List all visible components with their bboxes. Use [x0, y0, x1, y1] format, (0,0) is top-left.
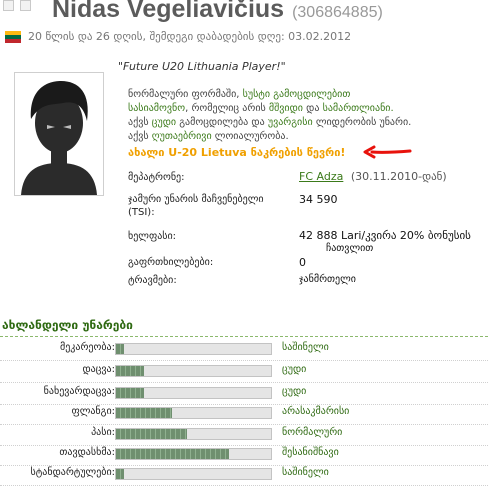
red-arrow-annotation — [363, 145, 412, 159]
experience-level-link[interactable]: ცუდი — [152, 117, 176, 128]
skill-row: დაცვა: ცუდი — [0, 363, 488, 383]
owner-label: მეპატრონე: — [128, 172, 185, 183]
national-team-note: ახალი U-20 Lietuva ნაკრების წევრი! — [128, 146, 346, 159]
desc-text: ლოიალურობა. — [211, 131, 289, 142]
skill-bar — [115, 448, 272, 460]
skill-level-link[interactable]: არასაკმარისი — [282, 406, 349, 417]
aggressiveness-link[interactable]: მშვიდი — [269, 103, 303, 114]
desc-text: და — [302, 103, 323, 114]
skills-section-title: ახლანდელი უნარები — [2, 318, 133, 332]
skill-bar — [115, 407, 272, 419]
skill-level-link[interactable]: საშინელი — [282, 342, 329, 353]
injuries-label: ტრავმები: — [128, 275, 177, 286]
skill-bar-fill — [116, 344, 124, 354]
skill-bar-fill — [116, 429, 188, 439]
honesty-link[interactable]: სამართლიანი. — [323, 103, 394, 114]
skill-row: ფლანგი: არასაკმარისი — [0, 405, 488, 425]
experience-link[interactable]: სუსტი გამოცდილებით — [243, 89, 351, 100]
row-separator — [0, 382, 488, 383]
wage-value-line1: 42 888 Lari/კვირა 20% ბონუსის — [299, 229, 471, 242]
warnings-label: გაფრთხილებები: — [128, 257, 214, 268]
desc-text: ლიდერობის უნარი. — [312, 117, 412, 128]
silhouette-icon — [15, 73, 103, 195]
skill-bar — [115, 468, 272, 480]
desc-text: აქვს — [128, 117, 152, 128]
player-statement: "Future U20 Lithuania Player!" — [118, 60, 286, 73]
owner-value: FC Adza (30.11.2010-დან) — [299, 170, 447, 183]
skill-level-link[interactable]: ცუდი — [282, 386, 306, 397]
row-separator — [0, 424, 488, 425]
desc-text: ნორმალური ფორმაში, — [128, 89, 243, 100]
skill-name: ფლანგი: — [71, 406, 115, 417]
player-id: (306864885) — [292, 4, 383, 21]
skill-bar — [115, 428, 272, 440]
skill-level-link[interactable]: შესანიშნავი — [282, 447, 339, 458]
section-divider — [0, 336, 488, 337]
player-name: Nidas Vegeliavičius (306864885) — [52, 0, 383, 24]
skill-row: პასი: ნორმალური — [0, 426, 488, 446]
skill-bar-fill — [116, 449, 230, 459]
skill-row: ნახევარდაცვა: ცუდი — [0, 385, 488, 405]
wage-value-line2: ჩათვლით — [326, 243, 374, 254]
owner-team-link[interactable]: FC Adza — [299, 170, 343, 183]
row-separator — [0, 360, 488, 361]
desc-line-loyalty: აქვს ღუთაებრივი ლოიალურობა. — [128, 130, 478, 144]
skill-level-link[interactable]: ცუდი — [282, 364, 306, 375]
skill-bar-fill — [116, 388, 144, 398]
skill-name: მეკარეობა: — [59, 342, 115, 353]
player-name-text: Nidas Vegeliavičius — [52, 0, 285, 23]
loyalty-level-link[interactable]: ღუთაებრივი — [152, 131, 212, 142]
skill-level-link[interactable]: ნორმალური — [282, 427, 342, 438]
agreeability-link[interactable]: სასიამოვნო — [128, 103, 185, 114]
skill-level-link[interactable]: საშინელი — [282, 467, 329, 478]
skill-row: მეკარეობა: საშინელი — [0, 341, 488, 361]
lithuania-flag-icon — [5, 31, 21, 43]
skill-bar — [115, 365, 272, 377]
skill-name: დაცვა: — [82, 364, 115, 375]
select-checkbox[interactable] — [3, 0, 14, 11]
wage-label: ხელფასი: — [128, 231, 177, 242]
skill-name: სტანდარტულები: — [30, 467, 116, 478]
skill-bar-fill — [116, 366, 144, 376]
skill-name: ნახევარდაცვა: — [43, 386, 115, 397]
warnings-value: 0 — [299, 256, 306, 269]
flag-stripe-red — [5, 39, 21, 43]
ball-icon — [20, 0, 31, 11]
desc-text: , რომელიც არის — [185, 103, 269, 114]
skill-bar-fill — [116, 408, 172, 418]
desc-text: აქვს — [128, 131, 152, 142]
skill-bar — [115, 343, 272, 355]
skill-bar — [115, 387, 272, 399]
tsi-value: 34 590 — [299, 193, 338, 206]
desc-line-personality: სასიამოვნო, რომელიც არის მშვიდი და სამარ… — [128, 102, 478, 116]
desc-text: გამოცდილება და — [176, 117, 268, 128]
leadership-level-link[interactable]: უვარგისი — [268, 117, 313, 128]
tsi-label-line1: ჯამური უნარის მაჩვენებელი — [128, 194, 264, 205]
age-birthday-line: 20 წლის და 26 დღის, შემდეგი დაბადების დღ… — [28, 30, 352, 43]
owner-since: (30.11.2010-დან) — [350, 170, 447, 183]
skill-name: პასი: — [91, 427, 115, 438]
tsi-label-line2: (TSI): — [128, 207, 155, 218]
skill-bar-fill — [116, 469, 124, 479]
desc-line-form: ნორმალური ფორმაში, სუსტი გამოცდილებით — [128, 88, 478, 102]
injuries-value: ჯანმრთელი — [299, 274, 356, 285]
player-avatar — [14, 72, 104, 196]
player-description: ნორმალური ფორმაში, სუსტი გამოცდილებით სა… — [128, 88, 478, 144]
desc-line-leadership: აქვს ცუდი გამოცდილება და უვარგისი ლიდერო… — [128, 116, 478, 130]
skill-row: თავდასხმა: შესანიშნავი — [0, 446, 488, 466]
skill-name: თავდასხმა: — [59, 447, 115, 458]
skill-row: სტანდარტულები: საშინელი — [0, 466, 488, 486]
